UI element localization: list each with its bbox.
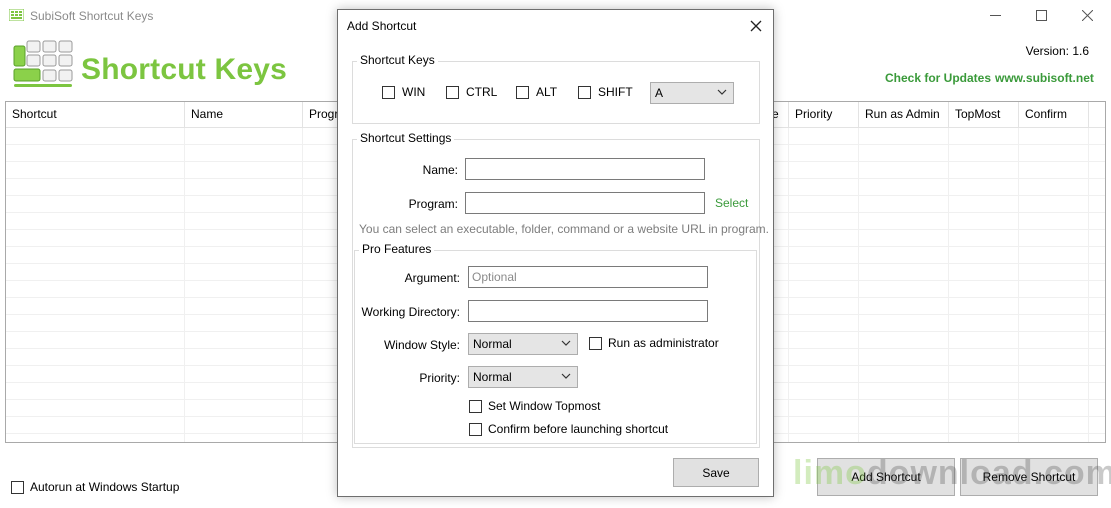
window-style-value: Normal <box>473 337 512 351</box>
grid-divider <box>1018 128 1019 442</box>
column-header-confirm[interactable]: Confirm <box>1019 102 1089 128</box>
grid-divider <box>302 128 303 442</box>
ctrl-label: CTRL <box>466 85 498 99</box>
add-shortcut-button[interactable]: Add Shortcut <box>817 458 955 496</box>
shortcut-keys-group-title: Shortcut Keys <box>357 53 438 67</box>
add-shortcut-dialog: Add Shortcut Shortcut Keys WIN CTRL ALT … <box>337 9 774 497</box>
shift-label: SHIFT <box>598 85 633 99</box>
column-header-name[interactable]: Name <box>185 102 303 128</box>
pro-features-group-title: Pro Features <box>359 242 435 256</box>
column-header-shortcut[interactable]: Shortcut <box>6 102 185 128</box>
maximize-button[interactable] <box>1018 0 1064 31</box>
check-updates-link[interactable]: Check for Updates <box>885 71 991 85</box>
website-link[interactable]: www.subisoft.net <box>995 71 1094 85</box>
grid-divider <box>858 128 859 442</box>
alt-label: ALT <box>536 85 558 99</box>
name-label: Name: <box>422 163 458 177</box>
name-input[interactable] <box>465 158 705 180</box>
window-style-select[interactable]: Normal <box>468 333 578 355</box>
minimize-icon <box>989 15 1001 16</box>
confirm-label: Confirm before launching shortcut <box>488 422 669 436</box>
topmost-checkbox[interactable]: Set Window Topmost <box>469 399 601 413</box>
save-button[interactable]: Save <box>673 458 759 487</box>
working-directory-input[interactable] <box>468 300 708 322</box>
topmost-checkbox-box[interactable] <box>469 399 482 413</box>
grid-divider <box>788 128 789 442</box>
win-checkbox-box[interactable] <box>382 85 395 99</box>
window-title: SubiSoft Shortcut Keys <box>30 9 154 23</box>
priority-select[interactable]: Normal <box>468 366 578 388</box>
key-select-value: A <box>655 86 664 100</box>
autorun-label: Autorun at Windows Startup <box>30 480 180 494</box>
remove-shortcut-button[interactable]: Remove Shortcut <box>960 458 1098 496</box>
minimize-button[interactable] <box>972 0 1018 31</box>
program-hint: You can select an executable, folder, co… <box>359 222 770 236</box>
dialog-title: Add Shortcut <box>347 19 417 33</box>
argument-input[interactable] <box>468 266 708 288</box>
run-as-admin-checkbox[interactable]: Run as administrator <box>589 336 719 350</box>
autorun-checkbox[interactable]: Autorun at Windows Startup <box>11 480 179 494</box>
version-label: Version: 1.6 <box>1025 44 1089 58</box>
topmost-label: Set Window Topmost <box>488 399 601 413</box>
chevron-down-icon <box>561 373 571 379</box>
grid-divider <box>948 128 949 442</box>
shift-checkbox-box[interactable] <box>578 85 591 99</box>
grid-divider <box>1088 128 1089 442</box>
app-icon <box>9 9 24 21</box>
column-header-priority[interactable]: Priority <box>789 102 859 128</box>
confirm-checkbox-box[interactable] <box>469 422 482 436</box>
dialog-close-button[interactable] <box>744 15 768 37</box>
alt-checkbox-box[interactable] <box>516 85 529 99</box>
alt-checkbox[interactable]: ALT <box>516 85 557 99</box>
column-header-run-as-admin[interactable]: Run as Admin <box>859 102 949 128</box>
win-label: WIN <box>402 85 426 99</box>
maximize-icon <box>1035 10 1047 21</box>
run-as-admin-checkbox-box[interactable] <box>589 336 602 350</box>
key-select[interactable]: A <box>650 82 734 104</box>
priority-value: Normal <box>473 370 512 384</box>
grid-divider <box>184 128 185 442</box>
argument-label: Argument: <box>404 271 460 285</box>
confirm-checkbox[interactable]: Confirm before launching shortcut <box>469 422 668 436</box>
select-program-link[interactable]: Select <box>715 196 748 210</box>
win-checkbox[interactable]: WIN <box>382 85 425 99</box>
close-icon <box>1081 10 1093 21</box>
shortcut-settings-group-title: Shortcut Settings <box>357 131 455 145</box>
ctrl-checkbox-box[interactable] <box>446 85 459 99</box>
chevron-down-icon <box>561 340 571 346</box>
ctrl-checkbox[interactable]: CTRL <box>446 85 497 99</box>
close-icon <box>750 20 762 32</box>
keyboard-logo-icon <box>13 40 73 87</box>
chevron-down-icon <box>717 89 727 95</box>
shift-checkbox[interactable]: SHIFT <box>578 85 633 99</box>
program-input[interactable] <box>465 192 705 214</box>
priority-label: Priority: <box>419 371 460 385</box>
column-header-topmost[interactable]: TopMost <box>949 102 1019 128</box>
autorun-checkbox-box[interactable] <box>11 480 24 494</box>
window-style-label: Window Style: <box>383 338 460 352</box>
app-logo-text: Shortcut Keys <box>81 53 287 86</box>
program-label: Program: <box>408 197 458 211</box>
close-button[interactable] <box>1064 0 1110 31</box>
run-as-admin-label: Run as administrator <box>608 336 719 350</box>
working-directory-label: Working Directory: <box>361 305 460 319</box>
